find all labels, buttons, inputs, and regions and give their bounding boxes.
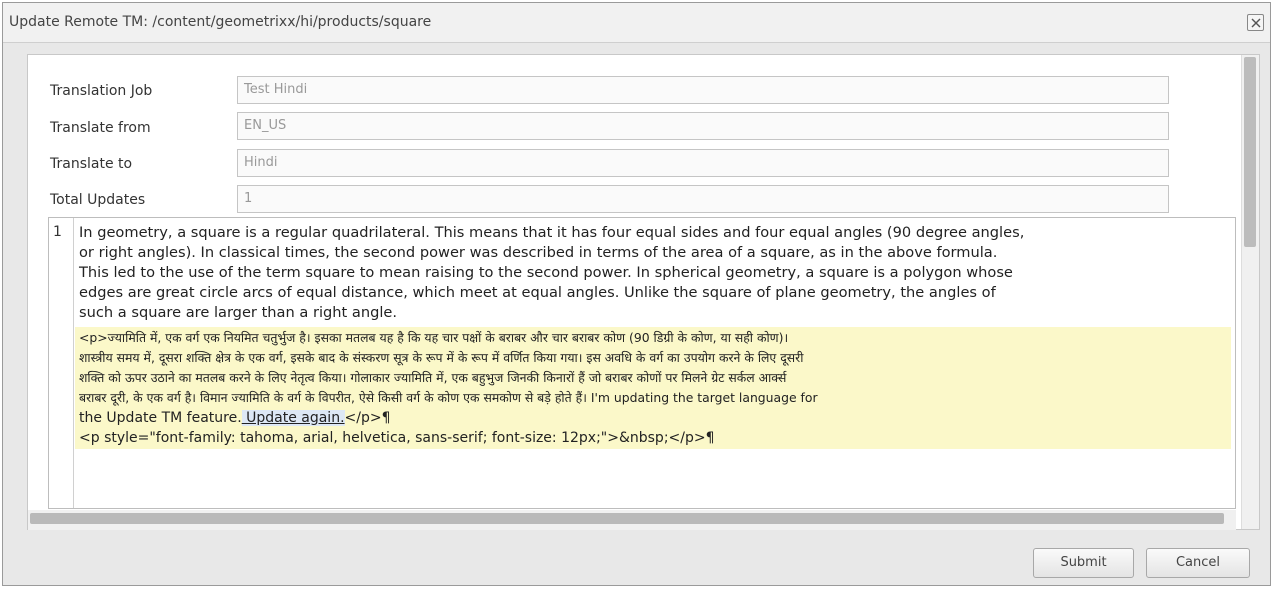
target-line-suffix: </p>¶ — [344, 410, 391, 426]
target-line: बराबर दूरी, के एक वर्ग है। विमान ज्यामित… — [79, 390, 818, 405]
dialog-titlebar[interactable]: Update Remote TM: /content/geometrixx/hi… — [3, 3, 1270, 43]
close-icon — [1251, 18, 1261, 28]
target-line: <p>ज्यामिति में, एक वर्ग एक नियमित चतुर्… — [79, 330, 789, 345]
vertical-scrollbar[interactable] — [1241, 55, 1259, 529]
translation-job-label: Translation Job — [50, 83, 153, 99]
translation-job-field[interactable]: Test Hindi — [237, 76, 1169, 104]
submit-button[interactable]: Submit — [1033, 548, 1134, 578]
source-line: edges are great circle arcs of equal dis… — [79, 284, 996, 301]
source-line: In geometry, a square is a regular quadr… — [79, 224, 1025, 241]
translate-from-field[interactable]: EN_US — [237, 112, 1169, 140]
cancel-button[interactable]: Cancel — [1146, 548, 1250, 578]
target-line: शक्ति को ऊपर उठाने का मतलब करने के लिए न… — [79, 370, 787, 385]
update-again-text: Update again. — [241, 410, 345, 426]
dialog-content-panel: Translation Job Test Hindi Translate fro… — [27, 54, 1260, 530]
target-text-highlight[interactable]: <p>ज्यामिति में, एक वर्ग एक नियमित चतुर्… — [75, 327, 1231, 449]
source-line: or right angles). In classical times, th… — [79, 244, 998, 261]
translate-from-label: Translate from — [50, 120, 151, 136]
horizontal-scroll-thumb[interactable] — [30, 513, 1224, 524]
update-remote-tm-dialog: Update Remote TM: /content/geometrixx/hi… — [2, 2, 1271, 586]
translation-editor[interactable]: 1 In geometry, a square is a regular qua… — [48, 217, 1236, 509]
line-number: 1 — [53, 224, 62, 240]
line-number-gutter: 1 — [49, 218, 74, 508]
total-updates-label: Total Updates — [50, 192, 146, 208]
close-button[interactable] — [1247, 14, 1264, 31]
total-updates-field[interactable]: 1 — [237, 185, 1169, 213]
translate-to-label: Translate to — [50, 156, 133, 172]
dialog-title: Update Remote TM: /content/geometrixx/hi… — [9, 14, 432, 30]
target-line: <p style="font-family: tahoma, arial, he… — [79, 430, 715, 446]
source-line: This led to the use of the term square t… — [79, 264, 1013, 281]
vertical-scroll-thumb[interactable] — [1244, 57, 1256, 247]
target-line: the Update TM feature. Update again.</p>… — [79, 408, 1231, 428]
source-text: In geometry, a square is a regular quadr… — [79, 223, 1235, 323]
target-line: शास्त्रीय समय में, दूसरा शक्ति क्षेत्र क… — [79, 350, 804, 365]
translate-to-field[interactable]: Hindi — [237, 149, 1169, 177]
horizontal-scrollbar[interactable] — [28, 510, 1236, 530]
source-line: such a square are larger than a right an… — [79, 304, 398, 321]
target-line-prefix: the Update TM feature. — [79, 410, 242, 426]
